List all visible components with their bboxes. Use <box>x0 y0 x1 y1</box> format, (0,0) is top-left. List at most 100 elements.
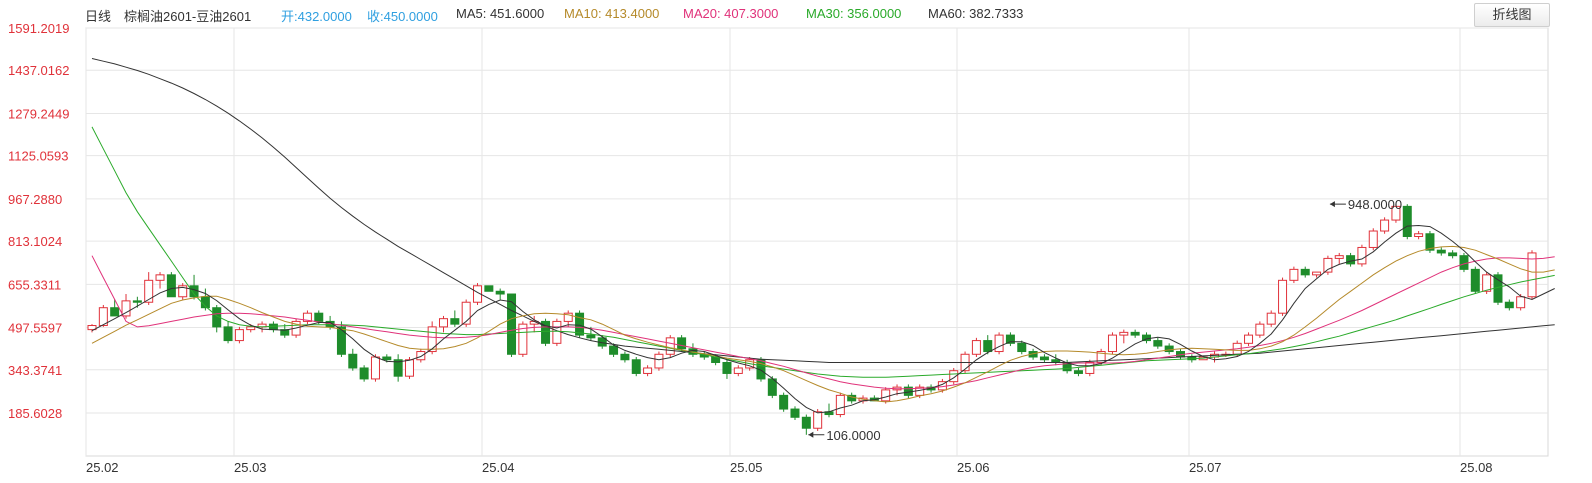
candle-body <box>779 394 789 410</box>
candle-body <box>234 329 244 342</box>
candle-body <box>1436 249 1446 254</box>
candle-body <box>586 334 596 339</box>
x-axis-labels: 25.02 25.03 25.04 25.05 25.06 25.07 25.08 <box>86 460 1493 475</box>
annotation-label: 948.0000 <box>1348 197 1402 212</box>
candle-body <box>1119 331 1129 336</box>
y-tick-label: 967.2880 <box>8 192 62 207</box>
x-tick-label: 25.02 <box>86 460 119 475</box>
candle-body <box>1448 252 1458 257</box>
candle-body <box>1357 246 1367 265</box>
candle-body <box>1244 334 1254 344</box>
x-tick-label: 25.04 <box>482 460 515 475</box>
x-tick-label: 25.06 <box>957 460 990 475</box>
candle-body <box>733 367 743 374</box>
y-tick-label: 185.6028 <box>8 406 62 421</box>
x-tick-label: 25.05 <box>730 460 763 475</box>
moving-average-lines <box>91 58 1555 414</box>
y-tick-label: 343.3741 <box>8 363 62 378</box>
candle-body <box>983 340 993 353</box>
x-tick-label: 25.07 <box>1189 460 1222 475</box>
candle-body <box>1266 312 1276 325</box>
candle-body <box>665 337 675 355</box>
candle-body <box>1017 342 1027 353</box>
candle-body <box>1153 340 1163 347</box>
candle-body <box>1470 268 1480 292</box>
candle-body <box>1289 268 1299 281</box>
candle-body <box>1107 334 1117 353</box>
candle-body <box>994 334 1004 353</box>
y-tick-label: 1279.2449 <box>8 106 69 121</box>
candlestick-chart: 1591.2019 1437.0162 1279.2449 1125.0593 967.… <box>8 21 1555 475</box>
y-tick-label: 497.5597 <box>8 321 62 336</box>
candle-body <box>801 416 811 429</box>
candle-body <box>654 353 664 369</box>
plot-border <box>85 27 1549 457</box>
candle-body <box>132 300 142 303</box>
candle-body <box>620 353 630 361</box>
candle-body <box>1527 252 1537 298</box>
candle-body <box>370 356 380 380</box>
candle-body <box>336 326 346 355</box>
y-tick-label: 1591.2019 <box>8 21 69 36</box>
candle-body <box>1323 257 1333 273</box>
candle-body <box>1130 331 1140 336</box>
candle-body <box>971 340 981 355</box>
candle-body <box>166 274 176 298</box>
candle-body <box>155 274 165 281</box>
candle-body <box>359 367 369 380</box>
y-tick-label: 655.3311 <box>8 277 61 292</box>
candle-body <box>1368 230 1378 248</box>
candle-body <box>1459 255 1469 270</box>
candle-body <box>348 353 358 369</box>
ma30-line <box>91 126 1555 378</box>
candle-body <box>1402 205 1412 237</box>
y-tick-label: 1125.0593 <box>8 149 69 164</box>
candle-body <box>1482 274 1492 292</box>
candle-body <box>552 320 562 344</box>
price-annotations: 948.0000 106.0000 <box>808 197 1402 443</box>
candle-body <box>1039 356 1049 361</box>
candle-body <box>110 307 120 317</box>
x-tick-label: 25.08 <box>1460 460 1493 475</box>
candle-body <box>427 326 437 353</box>
candle-body <box>631 359 641 374</box>
candle-body <box>1073 370 1083 374</box>
candle-body <box>1414 233 1424 237</box>
ma20-line <box>91 255 1555 390</box>
annotation-arrow <box>1329 201 1335 208</box>
annotation-label: 106.0000 <box>826 428 880 443</box>
candle-body <box>484 285 494 292</box>
candle-body <box>1085 361 1095 374</box>
candle-body <box>507 293 517 355</box>
y-axis-labels: 1591.2019 1437.0162 1279.2449 1125.0593 967.… <box>8 21 69 421</box>
y-tick-label: 1437.0162 <box>8 63 69 78</box>
candle-body <box>1516 296 1526 309</box>
candle-body <box>643 367 653 374</box>
candle-body <box>1278 279 1288 314</box>
candle-body <box>223 326 233 342</box>
candle-body <box>1255 323 1265 336</box>
candle-body <box>450 318 460 325</box>
candle-body <box>813 411 823 429</box>
candle-body <box>495 290 505 295</box>
candle-body <box>189 285 199 298</box>
candle-body <box>1334 255 1344 259</box>
candle-body <box>416 351 426 361</box>
candle-body <box>790 408 800 418</box>
candle-body <box>609 345 619 355</box>
candle-body <box>1346 255 1356 265</box>
candle-body <box>835 394 845 416</box>
grid-lines <box>85 27 1549 457</box>
annotation-arrow <box>808 431 814 438</box>
candle-body <box>382 356 392 361</box>
candle-body <box>314 312 324 322</box>
x-tick-label: 25.03 <box>234 460 267 475</box>
candle-body <box>881 389 891 402</box>
candle-body <box>1312 271 1322 276</box>
y-tick-label: 813.1024 <box>8 234 62 249</box>
candle-body <box>1380 219 1390 232</box>
candle-body <box>677 337 687 350</box>
candle-body <box>404 359 414 377</box>
candle-body <box>1300 268 1310 276</box>
candle-body <box>1504 301 1514 309</box>
